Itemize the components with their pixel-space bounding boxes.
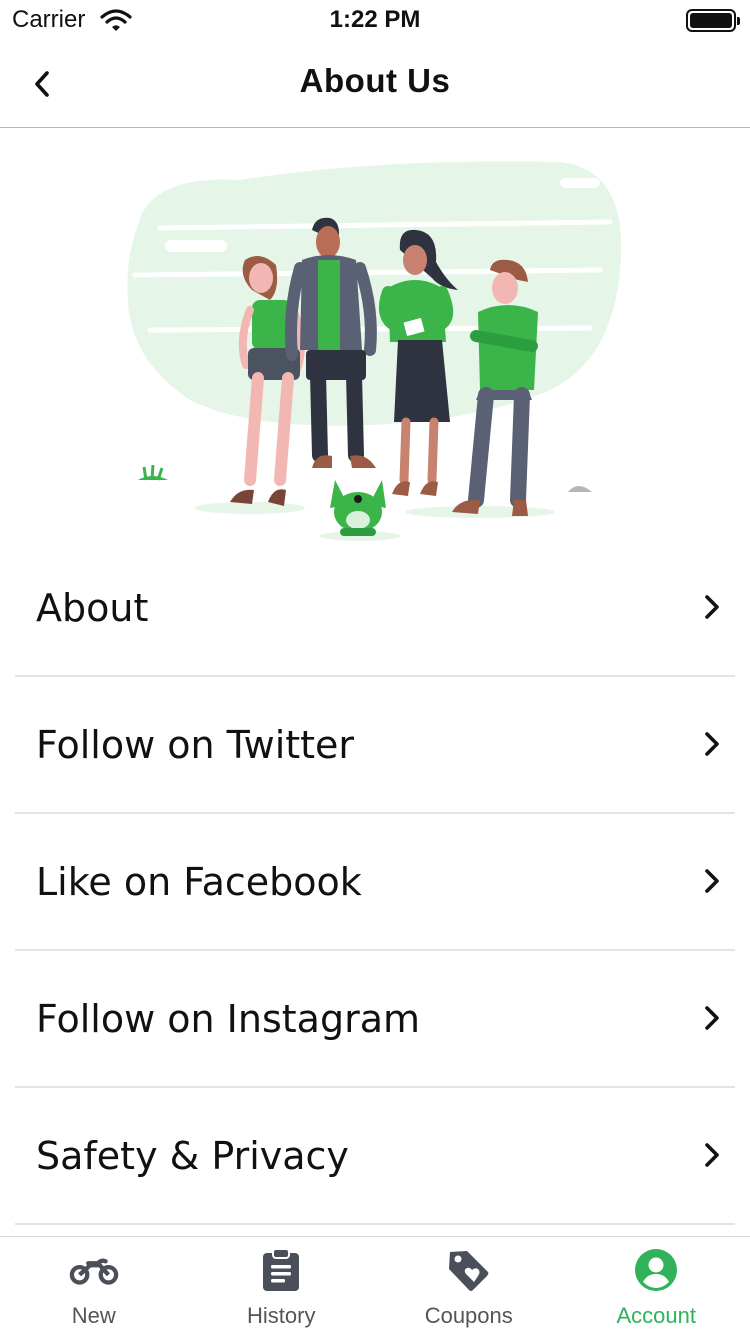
tab-bar: New History Coupons Account xyxy=(0,1236,750,1334)
motorcycle-icon xyxy=(69,1247,119,1293)
tab-account[interactable]: Account xyxy=(563,1237,750,1334)
navigation-bar: About Us xyxy=(0,40,750,128)
clipboard-icon xyxy=(256,1247,306,1293)
chevron-right-icon xyxy=(705,1006,719,1030)
about-menu-list: About Follow on Twitter Like on Facebook… xyxy=(0,540,750,1225)
menu-item-label: About xyxy=(36,586,149,630)
chevron-right-icon xyxy=(705,1143,719,1167)
status-time: 1:22 PM xyxy=(329,6,421,33)
account-icon xyxy=(631,1247,681,1293)
menu-item-twitter[interactable]: Follow on Twitter xyxy=(15,677,735,814)
tab-label: Account xyxy=(616,1303,697,1328)
menu-item-safety-privacy[interactable]: Safety & Privacy xyxy=(15,1088,735,1225)
menu-item-instagram[interactable]: Follow on Instagram xyxy=(15,951,735,1088)
page-title: About Us xyxy=(299,62,451,99)
tab-label: New xyxy=(71,1303,116,1328)
chevron-right-icon xyxy=(705,595,719,619)
chevron-right-icon xyxy=(705,869,719,893)
menu-item-label: Like on Facebook xyxy=(36,860,362,904)
chevron-right-icon xyxy=(705,732,719,756)
menu-item-label: Follow on Twitter xyxy=(36,723,355,767)
team-illustration xyxy=(120,150,630,545)
menu-item-label: Safety & Privacy xyxy=(36,1134,349,1178)
tab-history[interactable]: History xyxy=(188,1237,376,1334)
tab-label: Coupons xyxy=(424,1303,513,1328)
menu-item-facebook[interactable]: Like on Facebook xyxy=(15,814,735,951)
tab-label: History xyxy=(247,1303,316,1328)
status-bar: Carrier 1:22 PM xyxy=(0,0,750,40)
menu-item-about[interactable]: About xyxy=(15,540,735,677)
battery-icon xyxy=(686,9,740,32)
menu-item-label: Follow on Instagram xyxy=(36,997,421,1041)
tab-coupons[interactable]: Coupons xyxy=(375,1237,563,1334)
tag-heart-icon xyxy=(444,1247,494,1293)
tab-new[interactable]: New xyxy=(0,1237,188,1334)
